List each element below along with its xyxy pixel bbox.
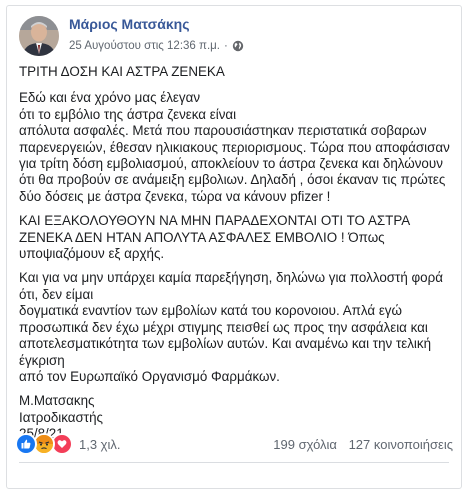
post-timestamp[interactable]: 25 Αυγούστου στις 12:36 π.μ. <box>69 40 220 52</box>
engagement-stats: 199 σχόλια 127 κοινοποιήσεις <box>273 437 453 452</box>
paragraph2: ΚΑΙ ΕΞΑΚΟΛΟΥΘΟΥΝ ΝΑ ΜΗΝ ΠΑΡΑΔΕΧΟΝΤΑΙ ΟΤΙ… <box>19 213 410 262</box>
post-meta: 25 Αυγούστου στις 12:36 π.μ. · <box>69 40 244 52</box>
meta-separator: · <box>223 40 228 52</box>
avatar-photo-icon <box>19 16 59 56</box>
signature-title: Ιατροδικαστής <box>19 409 103 425</box>
globe-icon[interactable] <box>232 40 244 52</box>
author-avatar[interactable] <box>19 16 59 56</box>
paragraph1-line2: ότι το εμβόλιο της άστρα ζενεκα είναι <box>19 106 237 122</box>
comments-count-link[interactable]: 199 σχόλια <box>273 437 337 452</box>
post-title: ΤΡΙΤΗ ΔΟΣΗ ΚΑΙ ΑΣΤΡΑ ΖΕΝΕΚΑ <box>19 64 225 79</box>
shares-count-link[interactable]: 127 κοινοποιήσεις <box>349 437 453 452</box>
signature-name: Μ.Ματσακης <box>19 393 95 409</box>
footer-divider <box>19 462 449 463</box>
paragraph3-line1: Και για να μην υπάρχει καμία παρεξήγηση,… <box>19 270 443 302</box>
post-body: ΤΡΙΤΗ ΔΟΣΗ ΚΑΙ ΑΣΤΡΑ ΖΕΝΕΚΑ Εδώ και ένα … <box>19 64 455 443</box>
paragraph3-line2: δογματικά εναντίον των εμβολίων κατά του… <box>19 303 432 368</box>
like-icon <box>15 433 37 455</box>
paragraph1-line1: Εδώ και ένα χρόνο μας έλεγαν <box>19 90 201 106</box>
post-footer: 1,3 χιλ. 199 σχόλια 127 κοινοποιήσεις <box>15 430 453 455</box>
paragraph1-line3: απόλυτα ασφαλές. Μετά που παρουσιάστηκαν… <box>19 123 450 204</box>
facebook-post: Μάριος Ματσάκης 25 Αυγούστου στις 12:36 … <box>6 5 462 489</box>
author-name[interactable]: Μάριος Ματσάκης <box>69 16 190 32</box>
paragraph3-line3: από τον Ευρωπαϊκό Οργανισμό Φαρμάκων. <box>19 368 280 384</box>
reactions-summary[interactable]: 1,3 χιλ. <box>15 433 121 455</box>
reaction-count: 1,3 χιλ. <box>79 436 121 452</box>
